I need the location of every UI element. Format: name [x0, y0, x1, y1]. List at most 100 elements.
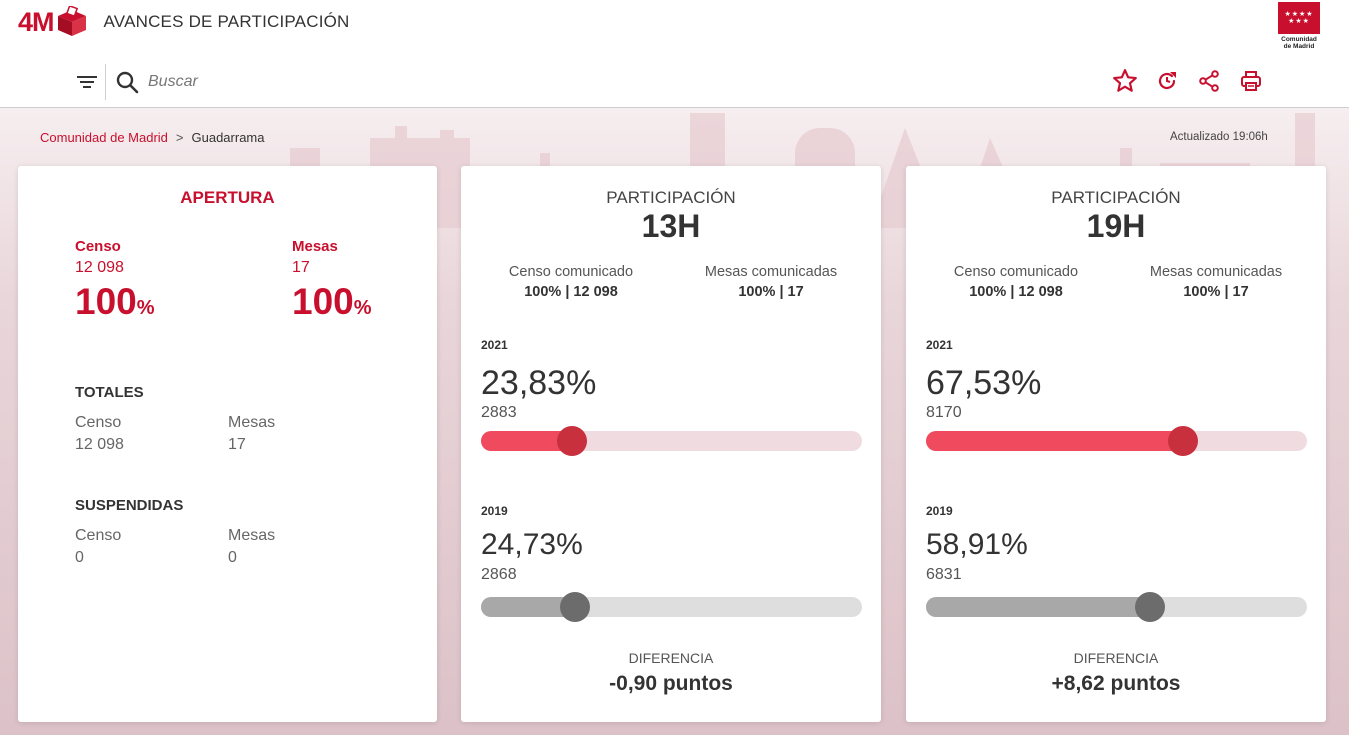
progress-2019-knob: [560, 592, 591, 622]
filter-icon: [77, 76, 97, 88]
participacion-heading: PARTICIPACIÓN: [1051, 188, 1181, 207]
censo-comunicado-value: 100% | 12 098: [524, 284, 618, 300]
apertura-censo: Censo 12 098 100%: [75, 238, 155, 320]
votes-2019: 2868: [481, 566, 517, 583]
diferencia-value: +8,62 puntos: [1051, 672, 1181, 695]
star-icon: [1113, 69, 1137, 92]
breadcrumb-current: Guadarrama: [191, 130, 265, 145]
diferencia-label: DIFERENCIA: [1073, 650, 1159, 666]
percent-symbol: %: [136, 297, 155, 319]
action-toolbar: [1110, 66, 1278, 96]
print-button[interactable]: [1236, 66, 1266, 96]
progress-2021: [926, 426, 1307, 456]
censo-comunicado-label: Censo comunicado: [953, 264, 1079, 280]
participacion-hour: 13H: [641, 208, 701, 244]
breadcrumb: Comunidad de Madrid > Guadarrama: [40, 130, 264, 145]
refresh-button[interactable]: [1152, 66, 1182, 96]
year-2019-label: 2019: [926, 504, 953, 518]
progress-2021-knob: [1168, 426, 1199, 456]
totales-mesas-label: Mesas: [228, 414, 276, 431]
mesas-comunicadas-label: Mesas comunicadas: [704, 264, 838, 280]
4m-logo[interactable]: 4M: [18, 6, 90, 38]
favorite-button[interactable]: [1110, 66, 1140, 96]
percent-symbol: %: [353, 297, 372, 319]
votes-2021: 8170: [926, 404, 962, 421]
apertura-title: APERTURA: [180, 188, 275, 207]
search-icon[interactable]: [112, 67, 142, 97]
mesas-comunicadas-value: 100% | 17: [1183, 284, 1249, 300]
brand: 4M AVANCES DE PARTICIPACIÓN: [18, 6, 350, 38]
diferencia-label: DIFERENCIA: [628, 650, 714, 666]
participacion-13h-card: PARTICIPACIÓN 13H Censo comunicado 100% …: [461, 166, 881, 722]
suspendidas-mesas-value: 0: [228, 549, 237, 566]
apertura-censo-value: 12 098: [75, 259, 124, 276]
suspendidas-censo-label: Censo: [75, 527, 122, 544]
percent-2019: 58,91%: [926, 528, 1028, 561]
totales-mesas: Mesas 17: [228, 412, 275, 456]
suspendidas-mesas: Mesas 0: [228, 525, 275, 569]
filter-button[interactable]: [72, 64, 102, 100]
diferencia-value: -0,90 puntos: [609, 672, 733, 695]
percent-2019: 24,73%: [481, 528, 583, 561]
participacion-hour: 19H: [1086, 208, 1146, 244]
progress-2019-fill: [926, 597, 1151, 617]
apertura-mesas-percent: 100%: [292, 283, 372, 320]
censo-comunicado: Censo comunicado 100% | 12 098: [491, 264, 651, 300]
votes-2019: 6831: [926, 566, 962, 583]
updated-timestamp: Actualizado 19:06h: [1170, 131, 1268, 143]
totales-censo-label: Censo: [75, 414, 122, 431]
progress-2019: [926, 592, 1307, 622]
totales-censo-value: 12 098: [75, 436, 124, 453]
logo-text: 4M: [18, 6, 55, 37]
search-input[interactable]: [148, 73, 448, 91]
year-2021-label: 2021: [481, 338, 508, 352]
apertura-mesas-value: 17: [292, 259, 310, 276]
flag-stars-icon: ★★★★ ★★★: [1278, 2, 1320, 34]
participacion-heading: PARTICIPACIÓN: [606, 188, 736, 207]
share-icon: [1199, 70, 1219, 92]
page-title: AVANCES DE PARTICIPACIÓN: [103, 12, 350, 31]
totales-censo: Censo 12 098: [75, 412, 124, 456]
year-2021-label: 2021: [926, 338, 953, 352]
comunidad-madrid-logo[interactable]: ★★★★ ★★★ Comunidad de Madrid: [1277, 2, 1321, 52]
censo-comunicado: Censo comunicado 100% | 12 098: [936, 264, 1096, 300]
progress-2021-fill: [926, 431, 1184, 451]
percent-2021: 67,53%: [926, 364, 1042, 402]
breadcrumb-separator: >: [175, 130, 184, 145]
progress-2019-knob: [1135, 592, 1166, 622]
print-icon: [1241, 71, 1261, 91]
mesas-comunicadas-value: 100% | 17: [738, 284, 804, 300]
apertura-mesas-pct-number: 100: [292, 281, 354, 322]
progress-2021: [481, 426, 862, 456]
apertura-censo-percent: 100%: [75, 283, 155, 320]
mesas-comunicadas-label: Mesas comunicadas: [1149, 264, 1283, 280]
apertura-censo-pct-number: 100: [75, 281, 137, 322]
refresh-icon: [1158, 72, 1176, 90]
share-button[interactable]: [1194, 66, 1224, 96]
suspendidas-censo-value: 0: [75, 549, 84, 566]
mesas-comunicadas: Mesas comunicadas 100% | 17: [1136, 264, 1296, 300]
toolbar-divider: [105, 64, 106, 100]
censo-comunicado-value: 100% | 12 098: [969, 284, 1063, 300]
breadcrumb-root-link[interactable]: Comunidad de Madrid: [40, 130, 168, 145]
logo-caption: Comunidad de Madrid: [1281, 36, 1317, 50]
percent-2021: 23,83%: [481, 364, 597, 402]
apertura-mesas: Mesas 17 100%: [292, 238, 372, 320]
participacion-19h-card: PARTICIPACIÓN 19H Censo comunicado 100% …: [906, 166, 1326, 722]
progress-2019: [481, 592, 862, 622]
apertura-card: APERTURA Censo 12 098 100% Mesas 17 100%…: [18, 166, 437, 722]
suspendidas-censo: Censo 0: [75, 525, 121, 569]
suspendidas-title: SUSPENDIDAS: [75, 497, 184, 514]
totales-mesas-value: 17: [228, 436, 246, 453]
suspendidas-mesas-label: Mesas: [228, 527, 276, 544]
censo-comunicado-label: Censo comunicado: [508, 264, 634, 280]
votes-2021: 2883: [481, 404, 517, 421]
totales-title: TOTALES: [75, 384, 144, 401]
progress-2021-knob: [556, 426, 587, 456]
top-header: 4M AVANCES DE PARTICIPACIÓN ★★★★ ★★★ Comu…: [0, 0, 1349, 108]
ballot-box-icon: [57, 6, 86, 36]
year-2019-label: 2019: [481, 504, 508, 518]
apertura-mesas-label: Mesas: [292, 238, 338, 255]
apertura-censo-label: Censo: [75, 238, 121, 255]
search-toolbar: [72, 64, 448, 100]
